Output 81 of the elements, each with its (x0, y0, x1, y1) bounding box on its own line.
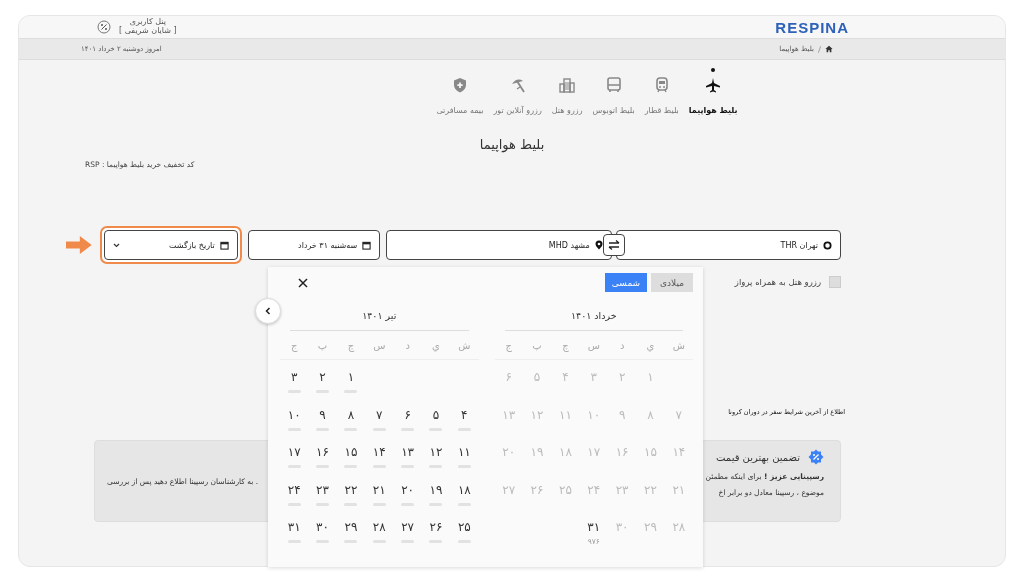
origin-field[interactable]: تهران THR (615, 230, 841, 260)
calendar-day[interactable]: ۸ (336, 397, 366, 435)
calendar-day[interactable]: ۲۵ (450, 510, 479, 548)
month-title: خرداد ۱۴۰۱ (504, 298, 683, 331)
weekday-label: چ (561, 339, 570, 351)
calendar-day[interactable]: ۹ (308, 397, 337, 435)
calendar-day[interactable]: ۷ (365, 397, 394, 435)
calendar-day[interactable]: ۶ (393, 397, 422, 435)
bus-icon (604, 76, 623, 94)
calendar-day[interactable]: ۲۰ (393, 472, 422, 510)
percent-badge-icon (808, 449, 824, 465)
service-tab[interactable]: بلیط قطار (642, 68, 681, 115)
weekday-label: س (586, 339, 601, 351)
chevron-down-icon (112, 242, 120, 248)
user-panel-link[interactable]: پنل کاربری (129, 18, 166, 27)
calendar-day[interactable]: ۱۳ (393, 435, 422, 473)
service-tab[interactable]: رزرو آنلاین تور (491, 68, 544, 115)
weekday-label: د (618, 339, 626, 351)
calendar-day[interactable]: ۵ (421, 397, 451, 435)
calendar-day[interactable]: ۱۱ (450, 435, 479, 473)
weekday-label: ي (431, 339, 441, 351)
calendar-icon (219, 240, 229, 250)
weekday-label: ج (289, 339, 299, 351)
swap-button[interactable] (602, 234, 625, 256)
service-tab[interactable]: بلیط اتوبوس (590, 68, 637, 115)
calendar-day[interactable]: ۱۴ (365, 435, 394, 473)
service-tab[interactable]: بلیط هواپیما (686, 68, 740, 115)
close-x-icon (298, 277, 308, 288)
weekday-label: چ (346, 339, 356, 351)
calendar-day[interactable]: ۲۸ (365, 510, 394, 548)
service-tab[interactable]: بیمه مسافرتی (434, 68, 486, 115)
weekday-label: پ (316, 339, 329, 351)
calendar-day[interactable]: ۱۰ (280, 397, 309, 435)
calendar-day[interactable]: ۱۲ (421, 435, 451, 473)
weekday-label: د (404, 339, 411, 351)
calendar-day[interactable]: ۱ (336, 360, 366, 398)
calendar-day[interactable]: ۱۷ (280, 435, 309, 473)
weekday-label: پ (531, 339, 543, 351)
calendar-mode-tab[interactable]: میلادی (651, 273, 693, 292)
calendar-day[interactable]: ۳۰ (308, 510, 337, 548)
return-date-field[interactable]: تاریخ بازگشت (99, 226, 242, 264)
calendar-day[interactable]: ۱۶ (308, 435, 337, 473)
location-pin-icon (594, 240, 603, 250)
weekday-label: ي (645, 339, 656, 351)
calendar-day[interactable]: ۲ (308, 360, 337, 398)
calendar-day[interactable]: ۲۲ (336, 472, 366, 510)
month-title: تیر ۱۴۰۱ (290, 298, 469, 331)
info-title: تضمین بهترین قیمت (716, 451, 800, 463)
buildings-icon (558, 76, 577, 94)
calendar-day[interactable]: ۲۱ (365, 472, 394, 510)
user-name: [ شایان شریفی ] (119, 27, 177, 36)
calendar-day[interactable]: ۲۷ (393, 510, 422, 548)
destination-field[interactable]: مشهد MHD (386, 230, 612, 260)
circle-icon (823, 240, 832, 250)
page-title: بلیط هواپیما (478, 137, 546, 152)
calendar-day[interactable]: ۲۹ (336, 510, 366, 548)
chevron-left-icon (264, 307, 272, 315)
home-icon[interactable] (825, 45, 833, 53)
site-logo[interactable]: RESPINA (775, 18, 849, 36)
arrow-icon (66, 236, 92, 254)
calendar-day[interactable]: ۱۵ (336, 435, 366, 473)
calendar-day[interactable]: ۳۱ (280, 510, 309, 548)
weekday-label: ج (504, 339, 513, 351)
calendar-mode-tab[interactable]: شمسی (605, 273, 647, 292)
calendar-day[interactable]: ۱۹ (421, 472, 451, 510)
weekday-label: ش (671, 339, 686, 351)
service-tab[interactable]: رزرو هتل (549, 68, 585, 115)
checkbox-label[interactable]: رزرو هتل به همراه پرواز (734, 277, 821, 287)
calendar-day[interactable]: ۲۶ (421, 510, 451, 548)
checkbox[interactable] (829, 276, 841, 288)
percent-badge-icon[interactable] (97, 20, 111, 34)
calendar-day[interactable]: ۲۳ (308, 472, 337, 510)
weekday-label: ش (457, 339, 472, 351)
calendar-day[interactable]: ۳ (280, 360, 309, 398)
calendar-day[interactable]: ۲۴ (280, 472, 309, 510)
calendar-day[interactable]: ۱۸ (450, 472, 479, 510)
calendar-day[interactable]: ۴ (450, 397, 479, 435)
departure-date-field[interactable]: سه‌شنبه ۳۱ خرداد (247, 230, 381, 260)
calendar-icon (362, 240, 372, 250)
swap-arrows-icon (606, 239, 621, 251)
weekday-label: س (372, 339, 387, 351)
